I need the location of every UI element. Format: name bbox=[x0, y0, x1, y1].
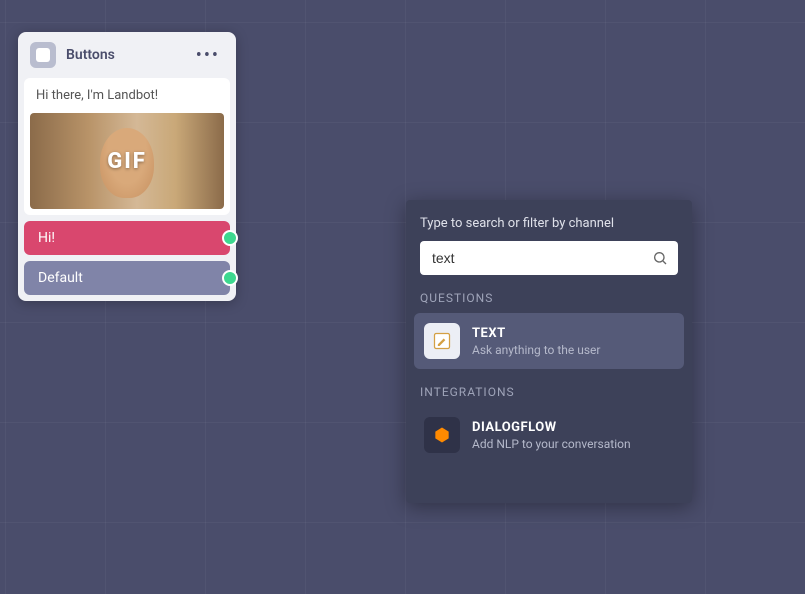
node-header: Buttons ••• bbox=[18, 32, 236, 78]
output-port[interactable] bbox=[222, 270, 238, 286]
result-desc: Ask anything to the user bbox=[472, 343, 674, 357]
node-gif-block[interactable]: GIF bbox=[24, 113, 230, 215]
dialogflow-icon bbox=[424, 417, 460, 453]
search-input[interactable] bbox=[420, 241, 678, 275]
gif-label: GIF bbox=[107, 149, 147, 174]
node-title: Buttons bbox=[66, 47, 182, 63]
buttons-icon bbox=[30, 42, 56, 68]
node-message-text[interactable]: Hi there, I'm Landbot! bbox=[24, 78, 230, 113]
result-title: TEXT bbox=[472, 326, 674, 341]
option-button-hi[interactable]: Hi! bbox=[24, 221, 230, 255]
search-prompt: Type to search or filter by channel bbox=[406, 212, 692, 241]
block-search-panel: Type to search or filter by channel QUES… bbox=[406, 200, 692, 503]
search-icon bbox=[652, 250, 668, 266]
section-label-questions: QUESTIONS bbox=[406, 275, 692, 313]
output-port[interactable] bbox=[222, 230, 238, 246]
section-label-integrations: INTEGRATIONS bbox=[406, 369, 692, 407]
note-pencil-icon bbox=[424, 323, 460, 359]
result-desc: Add NLP to your conversation bbox=[472, 437, 674, 451]
result-item-text[interactable]: TEXT Ask anything to the user bbox=[414, 313, 684, 369]
buttons-node[interactable]: Buttons ••• Hi there, I'm Landbot! GIF H… bbox=[18, 32, 236, 301]
option-button-default[interactable]: Default bbox=[24, 261, 230, 295]
node-more-menu[interactable]: ••• bbox=[192, 43, 224, 68]
node-body: Hi there, I'm Landbot! GIF Hi! Default bbox=[18, 78, 236, 301]
result-title: DIALOGFLOW bbox=[472, 420, 674, 435]
result-item-dialogflow[interactable]: DIALOGFLOW Add NLP to your conversation bbox=[414, 407, 684, 463]
